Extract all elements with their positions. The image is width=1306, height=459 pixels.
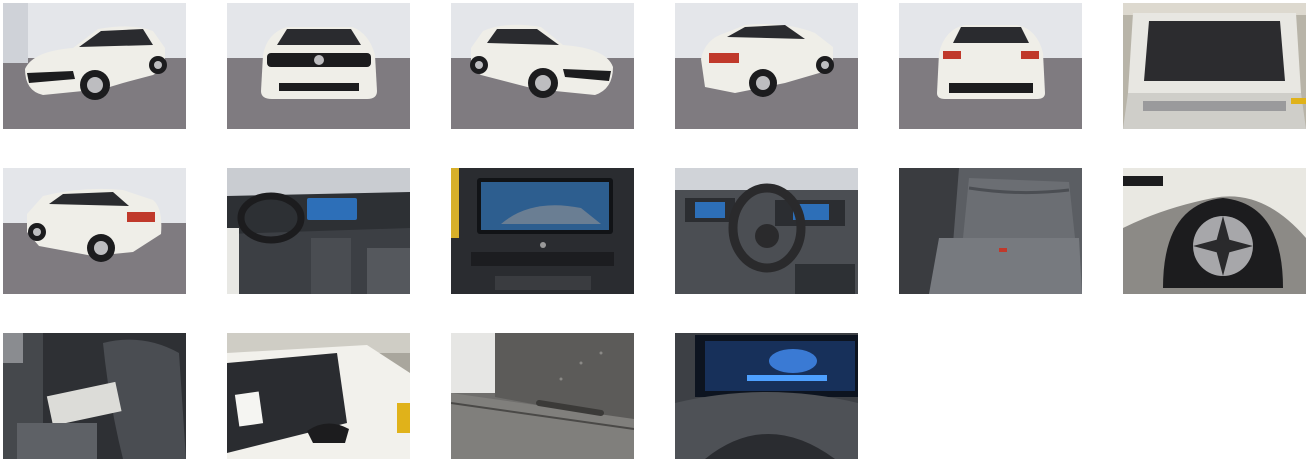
car-rear-left-photo-icon	[3, 168, 186, 294]
car-front-right-photo-icon	[451, 3, 634, 129]
thumbnail-car-rear[interactable]	[899, 3, 1082, 129]
thumbnail-car-front-right[interactable]	[451, 3, 634, 129]
thumbnail-car-rear-left[interactable]	[3, 168, 186, 294]
front-seat-photo-icon	[3, 333, 186, 459]
photo-gallery	[3, 3, 1306, 459]
thumbnail-rear-seats[interactable]	[899, 168, 1082, 294]
scratched-panel-photo-icon	[451, 333, 634, 459]
car-front-left-photo-icon	[3, 3, 186, 129]
rear-seats-photo-icon	[899, 168, 1082, 294]
thumbnail-front-seat[interactable]	[3, 333, 186, 459]
thumbnail-trunk[interactable]	[1123, 3, 1306, 129]
instrument-cluster-photo-icon	[675, 333, 858, 459]
infotainment-screen-photo-icon	[451, 168, 634, 294]
window-sticker-photo-icon	[227, 333, 410, 459]
dashboard-photo-icon	[227, 168, 410, 294]
car-rear-right-photo-icon	[675, 3, 858, 129]
thumbnail-infotainment-screen[interactable]	[451, 168, 634, 294]
thumbnail-steering-wheel[interactable]	[675, 168, 858, 294]
thumbnail-dashboard[interactable]	[227, 168, 410, 294]
thumbnail-wheel[interactable]	[1123, 168, 1306, 294]
wheel-photo-icon	[1123, 168, 1306, 294]
car-rear-photo-icon	[899, 3, 1082, 129]
thumbnail-window-sticker[interactable]	[227, 333, 410, 459]
thumbnail-car-front-left[interactable]	[3, 3, 186, 129]
car-front-photo-icon	[227, 3, 410, 129]
thumbnail-instrument-cluster[interactable]	[675, 333, 858, 459]
trunk-photo-icon	[1123, 3, 1306, 129]
thumbnail-car-rear-right[interactable]	[675, 3, 858, 129]
thumbnail-car-front[interactable]	[227, 3, 410, 129]
steering-wheel-photo-icon	[675, 168, 858, 294]
thumbnail-scratched-panel[interactable]	[451, 333, 634, 459]
